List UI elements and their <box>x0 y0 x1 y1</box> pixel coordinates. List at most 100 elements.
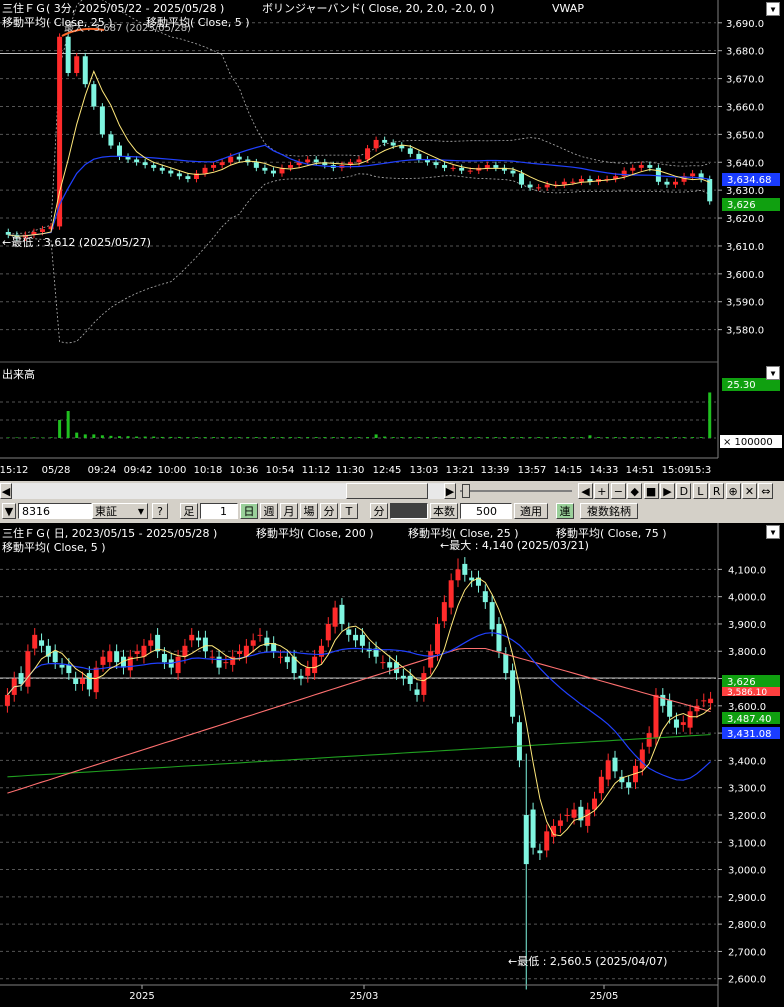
volume-menu-dropdown[interactable]: ▼ <box>766 366 780 380</box>
y-tick-label: 2,800.0 <box>728 920 766 931</box>
volume-bar <box>92 434 96 438</box>
market-select[interactable]: 東証 ▼ <box>92 503 148 519</box>
candle-body <box>673 719 679 728</box>
count-value-field[interactable]: 500 <box>460 503 512 519</box>
scroll-toolbar: ◀ ▶ ◀ + − ◆ ■ ▶ D L R ⊕ ✕ ⇔ <box>0 481 784 501</box>
candle-body <box>373 139 379 149</box>
volume-bar <box>417 437 421 438</box>
candle-body <box>516 722 522 761</box>
scroll-thumb[interactable] <box>346 483 428 499</box>
candle-body <box>250 640 256 646</box>
candle-body <box>359 634 365 646</box>
daily-x-axis: 2025 25/03 25/05 <box>0 984 718 1002</box>
period-day-button[interactable]: 日 <box>240 503 258 519</box>
candle-body <box>5 232 11 235</box>
volume-bar <box>348 437 352 438</box>
candle-body <box>176 173 182 177</box>
candle-body <box>25 651 31 687</box>
nav-button[interactable]: ■ <box>643 483 659 499</box>
candle-body <box>510 670 516 717</box>
apply-button[interactable]: 適用 <box>514 503 548 519</box>
nav-button[interactable]: D <box>676 483 692 499</box>
candle-body <box>708 698 714 704</box>
candle-body <box>462 563 468 575</box>
minute-value-field[interactable] <box>390 503 428 519</box>
link-toggle[interactable]: 連 <box>556 503 574 519</box>
nav-button[interactable]: ✕ <box>742 483 757 499</box>
x-tick-label: 10:36 <box>230 465 259 476</box>
candle-body <box>612 757 618 772</box>
candle-body <box>435 623 441 654</box>
candle-body <box>4 694 10 706</box>
candle-body <box>570 181 576 183</box>
x-tick-label: 14:15 <box>554 465 583 476</box>
daily-min-annotation: ←最低 : 2,560.5 (2025/04/07) <box>508 955 667 968</box>
intraday-chart[interactable]: 3,690.0 3,680.0 3,670.0 3,660.0 3,650.0 3,640… <box>0 0 784 481</box>
multi-symbol-button[interactable]: 複数銘柄 <box>580 503 638 519</box>
zoom-slider-thumb[interactable] <box>462 484 470 498</box>
nav-button[interactable]: ⊕ <box>725 483 741 499</box>
candle-body <box>527 184 533 188</box>
candle-body <box>237 651 243 654</box>
y-tick-label: 3,610.0 <box>726 242 764 253</box>
period-tick-button[interactable]: T <box>340 503 358 519</box>
nav-button[interactable]: ◀ <box>578 483 593 499</box>
nav-button[interactable]: ▶ <box>660 483 675 499</box>
nav-button[interactable]: R <box>709 483 725 499</box>
ma25-line <box>6 632 712 781</box>
candle-body <box>482 591 488 603</box>
volume-bar <box>306 437 310 438</box>
help-button[interactable]: ? <box>152 503 168 519</box>
candle-body <box>493 165 499 168</box>
x-tick-label: 13:57 <box>518 465 547 476</box>
daily-badge-red-text: 3,586.10 <box>727 688 767 698</box>
daily-badge-ma200-text: 3,487.40 <box>727 714 772 725</box>
candle-body <box>459 167 465 171</box>
nav-button[interactable]: + <box>594 483 610 499</box>
daily-ma75-label: 移動平均( Close, 75 ) <box>556 526 667 540</box>
zoom-slider[interactable] <box>460 483 572 499</box>
ma5-line <box>8 69 710 237</box>
code-field[interactable]: 8316 <box>18 503 92 519</box>
daily-menu-dropdown[interactable]: ▼ <box>766 525 780 539</box>
candle-body <box>305 667 311 676</box>
nav-button[interactable]: ⇔ <box>758 483 774 499</box>
volume-bar <box>631 437 635 438</box>
bb-label: ボリンジャーバンド( Close, 20, 2.0, -2.0, 0 ) <box>262 2 494 15</box>
scroll-right-button[interactable]: ▶ <box>444 483 456 499</box>
volume-bar <box>639 437 643 438</box>
candle-body <box>202 637 208 652</box>
market-value: 東証 <box>95 505 117 518</box>
y-tick-label: 3,580.0 <box>726 326 764 337</box>
period-week-button[interactable]: 週 <box>260 503 278 519</box>
nav-button[interactable]: L <box>692 483 708 499</box>
volume-bar <box>143 436 147 438</box>
volume-bar <box>485 437 489 438</box>
nav-button[interactable]: ◆ <box>627 483 643 499</box>
left-menu-button[interactable]: ▼ <box>2 503 16 519</box>
symbol-toolbar: ▼ 8316 東証 ▼ ? 足 1 日 週 月 場 分 T 分 本数 500 適… <box>0 501 784 523</box>
foot-value-field[interactable]: 1 <box>200 503 238 519</box>
period-minute-button[interactable]: 分 <box>320 503 338 519</box>
candle-body <box>332 607 338 627</box>
period-session-button[interactable]: 場 <box>300 503 318 519</box>
intraday-menu-dropdown[interactable]: ▼ <box>766 2 780 16</box>
volume-bar <box>502 437 506 438</box>
volume-bar <box>263 437 267 438</box>
horizontal-scrollbar[interactable] <box>12 483 444 499</box>
candle-body <box>519 173 525 185</box>
volume-bar <box>699 437 703 438</box>
candle-body <box>578 179 584 182</box>
daily-chart[interactable]: 4,100.04,000.03,900.03,800.03,700.03,600… <box>0 523 784 1007</box>
x-tick-label: 15:12 <box>0 465 28 476</box>
volume-bar <box>665 437 669 438</box>
scroll-left-button[interactable]: ◀ <box>0 483 12 499</box>
candle-body <box>202 167 208 174</box>
candle-body <box>382 139 388 143</box>
volume-bar <box>340 437 344 438</box>
candle-body <box>39 229 45 232</box>
period-month-button[interactable]: 月 <box>280 503 298 519</box>
volume-bar <box>357 437 361 438</box>
candle-body <box>346 629 352 635</box>
nav-button[interactable]: − <box>610 483 626 499</box>
